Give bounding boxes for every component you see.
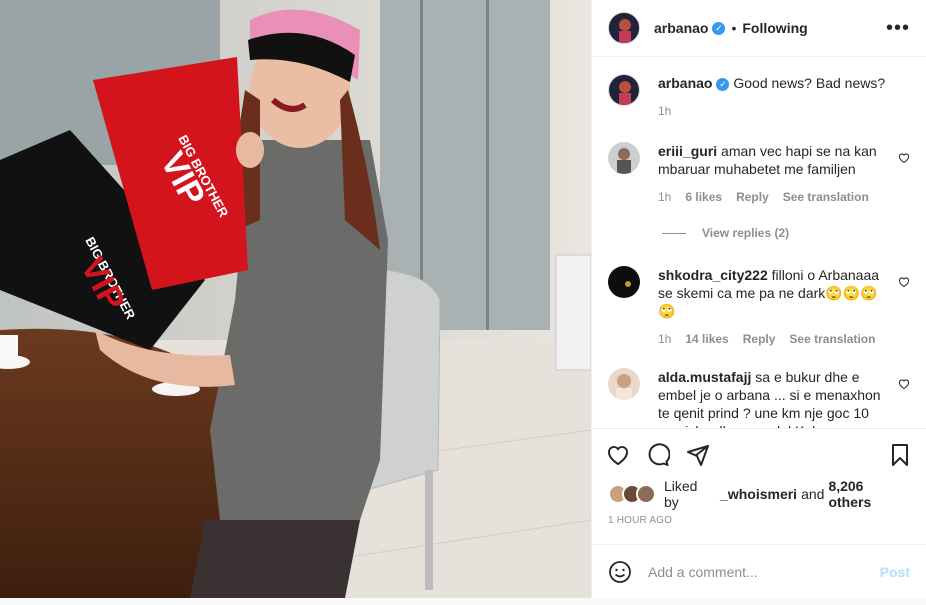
- comment-time[interactable]: 1h: [658, 188, 671, 206]
- like-heart-icon[interactable]: [606, 443, 630, 467]
- post-header: arbanao ✓ • Following •••: [592, 0, 926, 57]
- post-side-panel: arbanao ✓ • Following ••• arbanao ✓ Good …: [591, 0, 926, 598]
- post-time-ago[interactable]: 1 HOUR AGO: [608, 515, 672, 526]
- comment-bubble-icon[interactable]: [646, 442, 670, 467]
- add-comment-input[interactable]: Add a comment...: [648, 564, 880, 580]
- view-replies-line: [662, 232, 686, 234]
- comments-list[interactable]: arbanao ✓ Good news? Bad news? 1h eriii_g…: [592, 58, 926, 428]
- verified-badge-icon: ✓: [716, 77, 730, 91]
- author-username[interactable]: arbanao: [654, 20, 708, 36]
- see-translation-button[interactable]: See translation: [783, 188, 869, 206]
- comment-item: eriii_guri aman vec hapi se na kan mbaru…: [608, 142, 910, 206]
- add-comment-bar: Add a comment... Post: [592, 544, 926, 598]
- view-replies-button[interactable]: View replies (2): [662, 226, 910, 240]
- liker-avatars: [608, 484, 656, 504]
- comment-likes[interactable]: 6 likes: [685, 188, 722, 206]
- likes-summary[interactable]: Liked by _whoismeri and 8,206 others: [608, 478, 910, 510]
- commenter-avatar[interactable]: [608, 142, 640, 174]
- caption-time[interactable]: 1h: [658, 102, 671, 120]
- comment-item: shkodra_city222 filloni o Arbanaaa se sk…: [608, 266, 910, 348]
- post-photo[interactable]: BIG BROTHER VIP BIG BROTHER VIP: [0, 0, 591, 598]
- liker-avatar: [636, 484, 656, 504]
- emoji-smiley-icon[interactable]: [608, 560, 632, 584]
- liked-by-prefix: Liked by: [664, 478, 698, 510]
- share-paper-plane-icon[interactable]: [686, 443, 710, 467]
- caption-author[interactable]: arbanao: [658, 75, 712, 91]
- caption-author-avatar[interactable]: [608, 74, 640, 106]
- comment-item: alda.mustafajj sa e bukur dhe e embel je…: [608, 368, 910, 428]
- commenter-username[interactable]: eriii_guri: [658, 143, 717, 159]
- author-avatar[interactable]: [608, 12, 640, 44]
- photo-illustration: BIG BROTHER VIP BIG BROTHER VIP: [0, 0, 591, 598]
- like-comment-heart-icon[interactable]: [898, 276, 910, 288]
- following-button[interactable]: Following: [742, 20, 807, 36]
- commenter-avatar[interactable]: [608, 368, 640, 400]
- save-bookmark-icon[interactable]: [888, 443, 912, 467]
- caption-text: Good news? Bad news?: [733, 75, 886, 91]
- comment-likes[interactable]: 14 likes: [685, 330, 728, 348]
- like-comment-heart-icon[interactable]: [898, 378, 910, 390]
- separator-dot: •: [731, 20, 737, 36]
- post-comment-button[interactable]: Post: [880, 564, 910, 580]
- post-actions-bar: [592, 428, 926, 480]
- liked-by-count[interactable]: 8,206 others: [828, 478, 910, 510]
- liked-by-user[interactable]: _whoismeri: [720, 486, 797, 502]
- like-comment-heart-icon[interactable]: [898, 152, 910, 164]
- reply-button[interactable]: Reply: [743, 330, 776, 348]
- commenter-username[interactable]: shkodra_city222: [658, 267, 768, 283]
- comment-time[interactable]: 1h: [658, 330, 671, 348]
- view-replies-label: View replies (2): [702, 226, 790, 240]
- caption: arbanao ✓ Good news? Bad news? 1h: [608, 74, 910, 120]
- post-container: BIG BROTHER VIP BIG BROTHER VIP arbanao …: [0, 0, 926, 598]
- liked-by-and: and: [801, 486, 825, 502]
- reply-button[interactable]: Reply: [736, 188, 769, 206]
- commenter-avatar[interactable]: [608, 266, 640, 298]
- see-translation-button[interactable]: See translation: [789, 330, 875, 348]
- more-options-icon[interactable]: •••: [886, 17, 910, 40]
- verified-badge-icon: ✓: [712, 21, 726, 35]
- commenter-username[interactable]: alda.mustafajj: [658, 369, 751, 385]
